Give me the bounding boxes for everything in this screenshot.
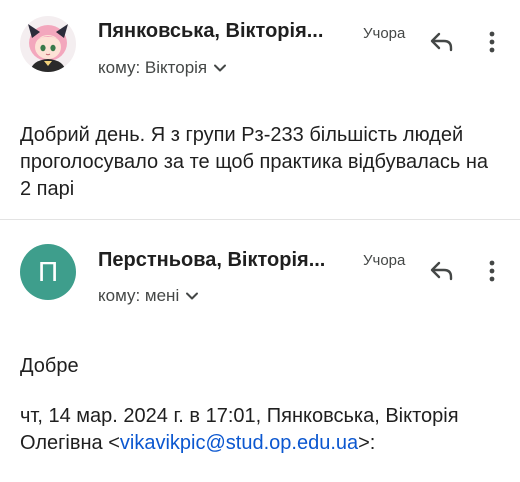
- quoted-email-link[interactable]: vikavikpic@stud.op.edu.ua: [120, 432, 358, 454]
- more-options-button[interactable]: [476, 24, 508, 60]
- chevron-down-icon: [186, 292, 199, 300]
- sender-name[interactable]: Перстньова, Вікторія...: [98, 249, 325, 272]
- recipient-label: кому: Вікторія: [98, 58, 208, 77]
- more-vert-icon: [489, 31, 495, 53]
- reply-icon: [430, 261, 453, 281]
- recipient-details-toggle[interactable]: кому: мені: [98, 286, 199, 306]
- message-1: Пянковська, Вікторія... Учора кому: Вікт…: [0, 0, 520, 220]
- message-2: П Перстньова, Вікторія... Учора кому: ме…: [0, 220, 520, 482]
- message-time: Учора: [363, 252, 406, 269]
- reply-button[interactable]: [424, 253, 460, 289]
- message-body: Добрий день. Я з групи Рз-233 більшість …: [20, 124, 489, 200]
- recipient-details-toggle[interactable]: кому: Вікторія: [98, 58, 227, 78]
- quoted-header: чт, 14 мар. 2024 г. в 17:01, Пянковська,…: [20, 403, 510, 457]
- reply-icon: [430, 32, 453, 52]
- message-time: Учора: [363, 25, 406, 42]
- sender-avatar[interactable]: П: [20, 244, 76, 300]
- quote-header-suffix: >:: [358, 432, 376, 454]
- reply-button[interactable]: [424, 24, 460, 60]
- more-vert-icon: [489, 260, 495, 282]
- more-options-button[interactable]: [476, 253, 508, 289]
- sender-avatar-image[interactable]: [20, 16, 76, 72]
- sender-name[interactable]: Пянковська, Вікторія...: [98, 20, 323, 43]
- recipient-label: кому: мені: [98, 286, 180, 305]
- message-body: Добре: [20, 355, 79, 377]
- chevron-down-icon: [214, 64, 227, 72]
- avatar-letter: П: [37, 256, 59, 287]
